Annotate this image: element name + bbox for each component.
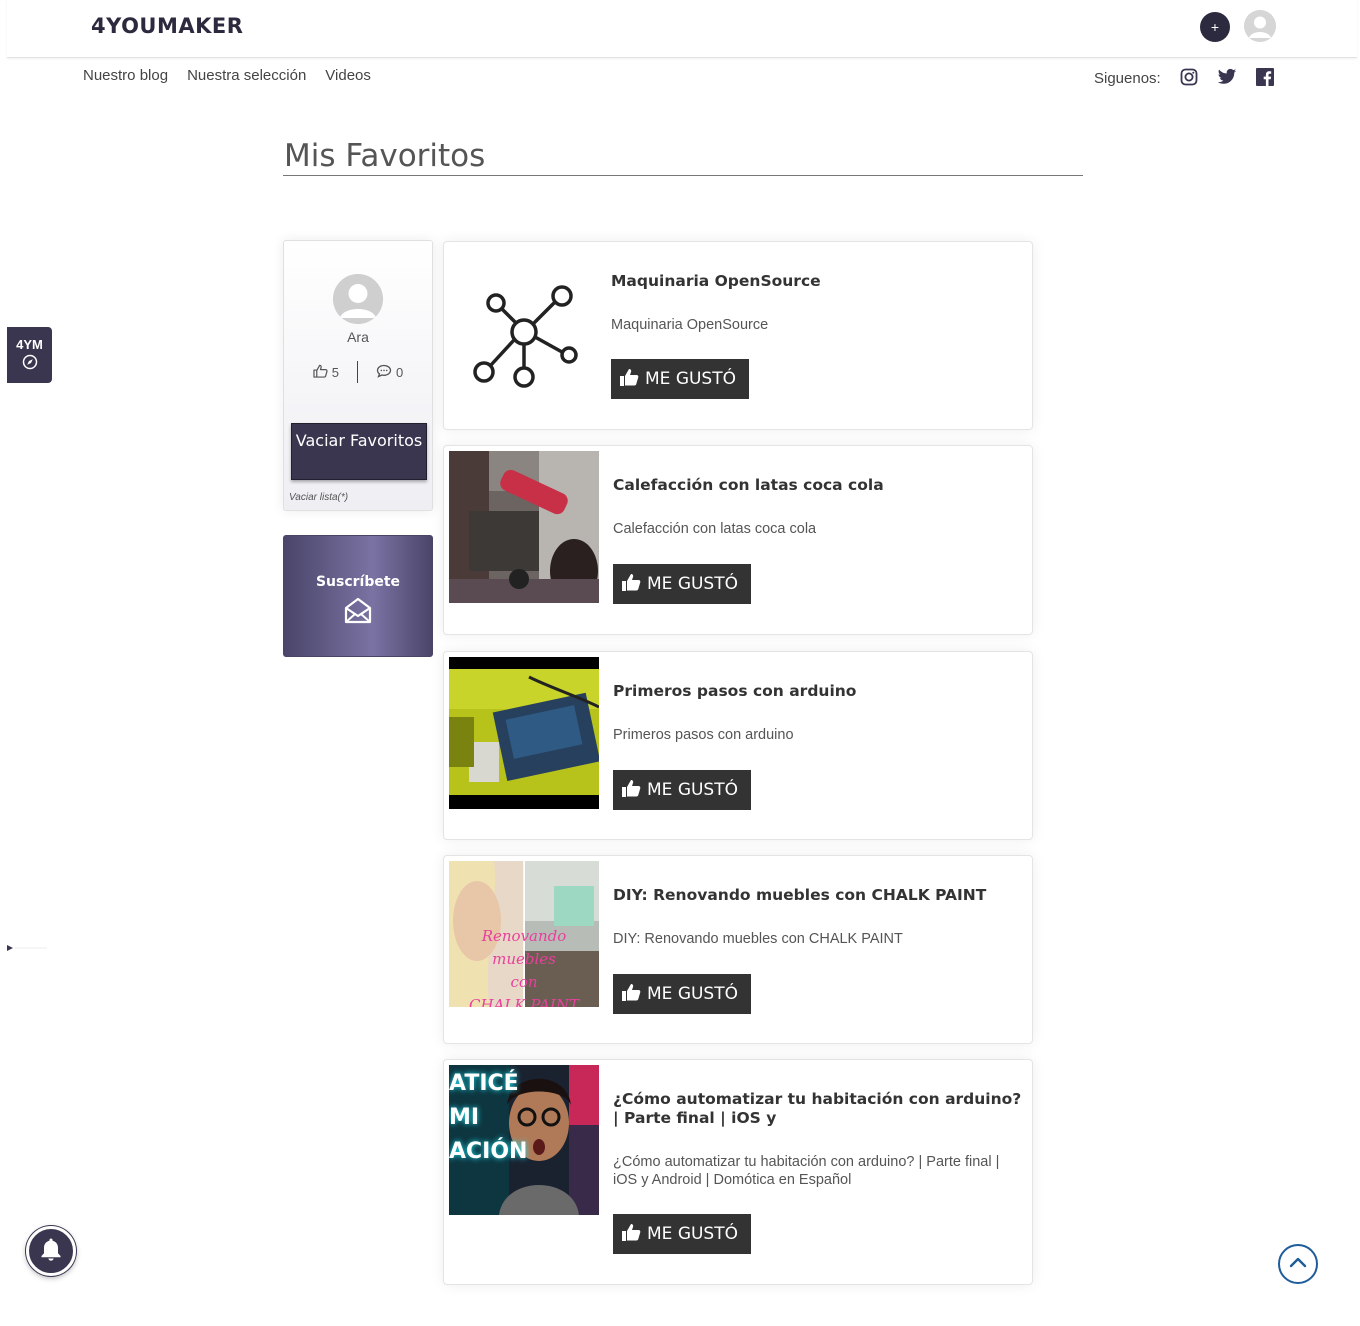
thumbs-up-icon	[621, 573, 641, 596]
favorite-title[interactable]: ¿Cómo automatizar tu habitación con ardu…	[613, 1090, 1023, 1128]
notification-bell-button[interactable]	[26, 1226, 76, 1276]
chevron-up-icon	[1289, 1255, 1307, 1273]
side-tab-label: 4YM	[16, 337, 43, 352]
profile-stats: 5 0	[284, 361, 432, 383]
page-title: Mis Favoritos	[284, 138, 486, 174]
favorite-title[interactable]: Maquinaria OpenSource	[611, 272, 1021, 291]
nav-item-blog[interactable]: Nuestro blog	[83, 67, 168, 84]
favorite-title[interactable]: Calefacción con latas coca cola	[613, 476, 1023, 495]
add-button[interactable]: +	[1200, 12, 1230, 42]
favorite-card-2: Calefacción con latas coca cola Calefacc…	[443, 445, 1033, 635]
favorite-description: Calefacción con latas coca cola	[613, 521, 817, 537]
clear-list-note: Vaciar lista(*)	[289, 492, 349, 503]
nav-item-seleccion[interactable]: Nuestra selección	[187, 67, 306, 84]
facebook-icon[interactable]	[1255, 67, 1275, 87]
thumb-text-line: con	[510, 973, 538, 991]
favorite-title[interactable]: Primeros pasos con arduino	[613, 682, 1023, 701]
scroll-to-top-button[interactable]	[1278, 1244, 1318, 1284]
favorite-description: ¿Cómo automatizar tu habitación con ardu…	[613, 1154, 1000, 1188]
like-button[interactable]: ME GUSTÓ	[613, 974, 751, 1014]
thumb-text-line: CHALK PAINT	[469, 996, 579, 1007]
comments-stat: 0	[376, 364, 403, 381]
like-button[interactable]: ME GUSTÓ	[613, 1214, 751, 1254]
favorite-card-1: Maquinaria OpenSource Maquinaria OpenSou…	[443, 241, 1033, 430]
like-label: ME GUSTÓ	[645, 369, 736, 389]
favorite-card-4: Renovando muebles con CHALK PAINT DIY: R…	[443, 855, 1033, 1044]
thumb-overlay-text: ATICÉ MI ACIÓN	[449, 1067, 527, 1169]
comments-count: 0	[396, 364, 404, 380]
like-label: ME GUSTÓ	[647, 1224, 738, 1244]
follow-label: Siguenos:	[1094, 70, 1161, 87]
favorite-thumb-chalk-paint[interactable]: Renovando muebles con CHALK PAINT	[449, 861, 599, 1007]
subscribe-label: Suscríbete	[315, 574, 401, 590]
like-button[interactable]: ME GUSTÓ	[611, 359, 749, 399]
like-label: ME GUSTÓ	[647, 780, 738, 800]
thumb-overlay-text: Renovando muebles con CHALK PAINT	[449, 925, 599, 1007]
likes-stat: 5	[313, 364, 339, 381]
favorite-thumb-automatizar[interactable]: ATICÉ MI ACIÓN	[449, 1065, 599, 1215]
favorite-thumb-calefaccion[interactable]	[449, 451, 599, 603]
top-bar: 4YOUMAKER +	[7, 0, 1357, 58]
thumbs-up-icon	[621, 983, 641, 1006]
clear-favorites-button[interactable]: Vaciar Favoritos	[291, 423, 427, 480]
thumb-text-line: Renovando	[481, 927, 567, 945]
title-divider	[283, 175, 1083, 176]
thumbs-up-icon	[313, 364, 328, 381]
user-avatar[interactable]	[1244, 10, 1276, 42]
instagram-icon[interactable]	[1179, 67, 1199, 87]
stats-separator	[357, 361, 358, 383]
favorite-thumb-opensource[interactable]	[454, 262, 594, 412]
thumb-text-line: ATICÉ	[449, 1071, 519, 1096]
bell-icon	[38, 1236, 64, 1267]
thumb-text-line: MI	[449, 1105, 480, 1130]
nav-item-videos[interactable]: Videos	[325, 67, 371, 84]
profile-avatar	[333, 274, 383, 324]
likes-count: 5	[331, 364, 339, 380]
favorite-description: Primeros pasos con arduino	[613, 727, 794, 743]
favorite-card-5: ATICÉ MI ACIÓN ¿Cómo automatizar tu habi…	[443, 1059, 1033, 1285]
favorite-card-3: Primeros pasos con arduino Primeros paso…	[443, 651, 1033, 840]
like-label: ME GUSTÓ	[647, 574, 738, 594]
compass-icon	[7, 354, 52, 375]
twitter-icon[interactable]	[1217, 67, 1237, 87]
site-logo[interactable]: 4YOUMAKER	[91, 14, 243, 38]
like-button[interactable]: ME GUSTÓ	[613, 770, 751, 810]
social-follow: Siguenos:	[1094, 67, 1293, 87]
side-marker	[7, 938, 47, 951]
favorite-title[interactable]: DIY: Renovando muebles con CHALK PAINT	[613, 886, 1023, 905]
like-label: ME GUSTÓ	[647, 984, 738, 1004]
envelope-open-icon	[284, 596, 432, 631]
profile-name: Ara	[347, 329, 369, 345]
main-nav: Nuestro blog Nuestra selección Videos	[83, 67, 371, 84]
side-tab-4ym[interactable]: 4YM	[7, 327, 52, 383]
comment-icon	[376, 364, 392, 381]
favorite-description: Maquinaria OpenSource	[611, 317, 769, 333]
thumbs-up-icon	[621, 779, 641, 802]
profile-card: Ara 5 0 Vaciar Favoritos Vaciar lista(*)	[283, 240, 433, 511]
subscribe-button[interactable]: Suscríbete	[283, 535, 433, 657]
favorite-thumb-arduino[interactable]	[449, 657, 599, 809]
thumb-text-line: ACIÓN	[449, 1139, 528, 1164]
thumb-text-line: muebles	[492, 950, 556, 968]
thumbs-up-icon	[619, 368, 639, 391]
favorite-description: DIY: Renovando muebles con CHALK PAINT	[613, 931, 903, 947]
like-button[interactable]: ME GUSTÓ	[613, 564, 751, 604]
thumbs-up-icon	[621, 1223, 641, 1246]
